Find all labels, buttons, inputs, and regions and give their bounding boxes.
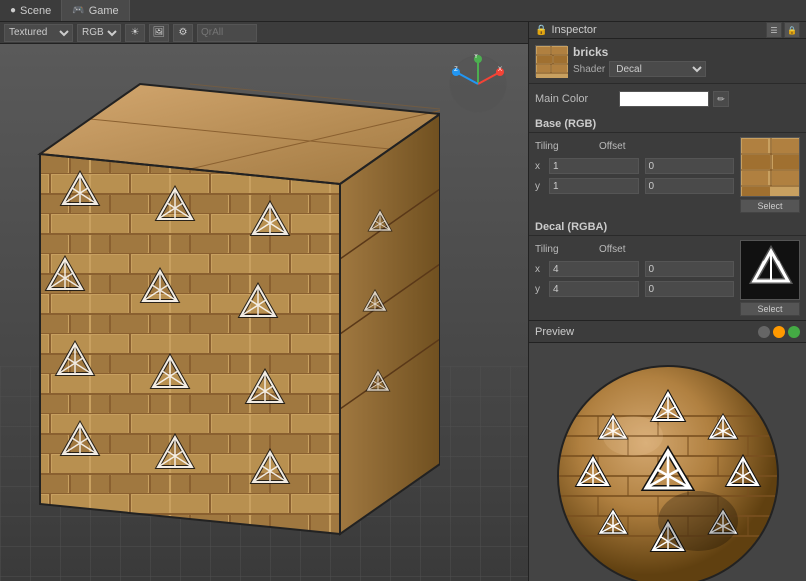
- tab-game[interactable]: 🎮 Game: [62, 0, 129, 21]
- shader-label: Shader: [573, 64, 605, 75]
- main-color-swatch[interactable]: [619, 91, 709, 107]
- inspector-icon-lock[interactable]: 🔒: [784, 22, 800, 38]
- properties-main-color: Main Color ✏: [529, 84, 806, 114]
- tiling-grid-base: Tiling Offset x y: [535, 137, 734, 197]
- decal-texture-select-btn[interactable]: Select: [740, 302, 800, 316]
- shading-dropdown[interactable]: Textured Wireframe Solid: [4, 24, 73, 42]
- material-name: bricks: [573, 45, 800, 59]
- tiling-col-label: Tiling: [535, 141, 585, 152]
- preview-header: Preview: [529, 321, 806, 343]
- preview-dot-gray[interactable]: [758, 326, 770, 338]
- base-tiling-y-row: y: [535, 177, 734, 195]
- decal-tiling-y-input[interactable]: [549, 281, 639, 297]
- base-texture-thumb-area: Select: [740, 137, 800, 213]
- preview-dot-green[interactable]: [788, 326, 800, 338]
- tiling-header-row: Tiling Offset: [535, 137, 734, 155]
- offset-col-label: Offset: [599, 141, 734, 152]
- inspector-icon-menu[interactable]: ☰: [766, 22, 782, 38]
- preview-dot-orange[interactable]: [773, 326, 785, 338]
- preview-title: Preview: [535, 326, 754, 338]
- material-header: bricks Shader Decal Diffuse Specular Bum…: [529, 39, 806, 84]
- inspector-header: 🔒 Inspector ☰ 🔒: [529, 22, 806, 39]
- material-info: bricks Shader Decal Diffuse Specular Bum…: [573, 45, 800, 77]
- base-offset-x-input[interactable]: [645, 158, 735, 174]
- viewport-gizmo: Y X Z: [448, 54, 508, 114]
- decal-tiling-col-label: Tiling: [535, 244, 585, 255]
- lock-icon: 🔒: [535, 25, 547, 36]
- viewport-toolbar: Textured Wireframe Solid RGB R G B A ☀ 🖼…: [0, 22, 528, 44]
- texture-block-base: Tiling Offset x y: [529, 133, 806, 217]
- base-tiling-x-row: x: [535, 157, 734, 175]
- tiling-y-label: y: [535, 181, 545, 192]
- inspector-title: Inspector: [551, 24, 762, 36]
- scene-cube: [10, 54, 440, 544]
- shader-dropdown[interactable]: Decal Diffuse Specular Bumped Diffuse: [609, 61, 706, 77]
- scene-tab-label: Scene: [20, 5, 51, 17]
- decal-offset-col-label: Offset: [599, 244, 734, 255]
- viewport-content: Y X Z: [0, 44, 528, 581]
- base-offset-y-input[interactable]: [645, 178, 735, 194]
- tiling-x-label: x: [535, 161, 545, 172]
- preview-content: [529, 343, 806, 581]
- decal-tiling-header-row: Tiling Offset: [535, 240, 734, 258]
- section-base-rgb: Base (RGB): [529, 114, 806, 133]
- svg-text:Y: Y: [474, 54, 478, 60]
- decal-tiling-x-row: x: [535, 260, 734, 278]
- image-icon[interactable]: 🖼: [149, 24, 169, 42]
- scene-background: Y X Z: [0, 44, 528, 581]
- game-tab-label: Game: [89, 5, 119, 17]
- texture-block-decal: Tiling Offset x y: [529, 236, 806, 320]
- decal-offset-y-input[interactable]: [645, 281, 735, 297]
- svg-text:Z: Z: [454, 67, 458, 73]
- base-tiling-y-input[interactable]: [549, 178, 639, 194]
- base-tiling-x-input[interactable]: [549, 158, 639, 174]
- preview-sphere: [548, 356, 788, 581]
- settings-icon[interactable]: ⚙: [173, 24, 193, 42]
- scene-tab-icon: ●: [10, 5, 16, 16]
- svg-text:X: X: [498, 67, 502, 73]
- section-decal-rgba: Decal (RGBA): [529, 217, 806, 236]
- tab-scene[interactable]: ● Scene: [0, 0, 62, 21]
- base-texture-thumbnail: [740, 137, 800, 197]
- decal-tiling-y-row: y: [535, 280, 734, 298]
- material-shader-row: Shader Decal Diffuse Specular Bumped Dif…: [573, 61, 800, 77]
- main-area: Textured Wireframe Solid RGB R G B A ☀ 🖼…: [0, 22, 806, 581]
- search-input[interactable]: [197, 24, 257, 42]
- decal-offset-x-input[interactable]: [645, 261, 735, 277]
- sun-icon[interactable]: ☀: [125, 24, 145, 42]
- decal-tiling-y-label: y: [535, 284, 545, 295]
- tiling-grid-decal: Tiling Offset x y: [535, 240, 734, 300]
- inspector-panel: 🔒 Inspector ☰ 🔒: [528, 22, 806, 581]
- game-tab-icon: 🎮: [72, 5, 84, 16]
- main-color-row: Main Color ✏: [535, 90, 800, 108]
- decal-tiling-x-label: x: [535, 264, 545, 275]
- material-thumbnail: [535, 45, 567, 77]
- decal-texture-thumb-area: Select: [740, 240, 800, 316]
- tab-bar: ● Scene 🎮 Game: [0, 0, 806, 22]
- channel-dropdown[interactable]: RGB R G B A: [77, 24, 121, 42]
- preview-icons: [758, 326, 800, 338]
- main-color-label: Main Color: [535, 93, 615, 105]
- inspector-icons: ☰ 🔒: [766, 22, 800, 38]
- viewport: Textured Wireframe Solid RGB R G B A ☀ 🖼…: [0, 22, 528, 581]
- decal-tiling-x-input[interactable]: [549, 261, 639, 277]
- eyedropper-button[interactable]: ✏: [713, 91, 729, 107]
- decal-texture-thumbnail: [740, 240, 800, 300]
- preview-section: Preview: [529, 320, 806, 581]
- base-texture-select-btn[interactable]: Select: [740, 199, 800, 213]
